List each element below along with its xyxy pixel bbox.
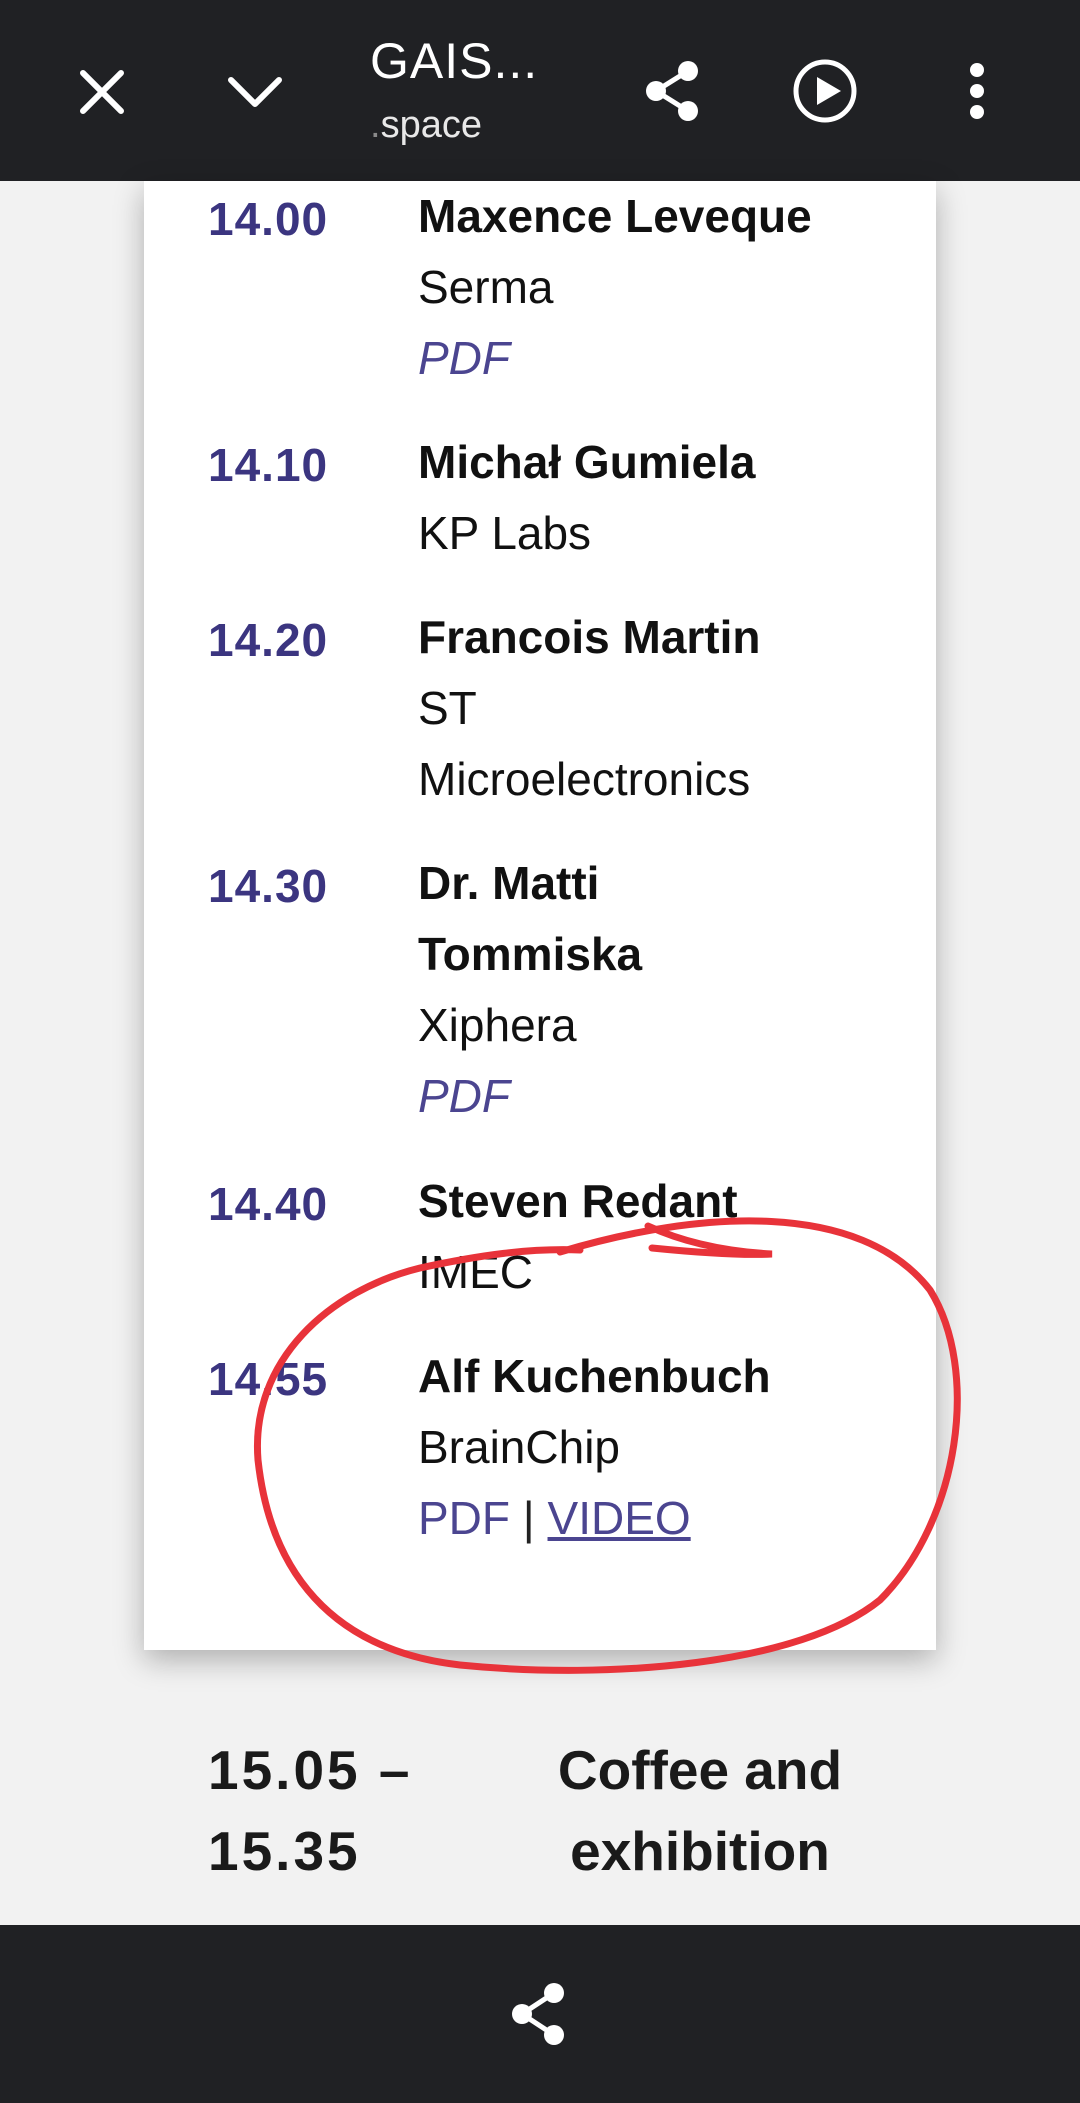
bottom-bar bbox=[0, 1925, 1080, 2103]
speaker-name: Tommiska bbox=[418, 928, 643, 980]
speaker-org: KP Labs bbox=[418, 507, 592, 559]
session-time: 14.10 bbox=[208, 439, 329, 491]
session-time: 14.30 bbox=[208, 860, 329, 912]
top-app-bar: GAIS... .space bbox=[0, 0, 1080, 181]
video-link[interactable]: VIDEO bbox=[548, 1492, 691, 1544]
share-icon[interactable] bbox=[640, 58, 704, 124]
pdf-link[interactable]: PDF bbox=[418, 1061, 888, 1132]
resource-links: PDF | VIDEO bbox=[418, 1483, 888, 1554]
more-vert-icon[interactable] bbox=[962, 60, 992, 122]
chevron-down-icon[interactable] bbox=[222, 62, 288, 122]
link-separator: | bbox=[522, 1492, 535, 1544]
speaker-org: IMEC bbox=[418, 1246, 533, 1298]
speaker-org: Microelectronics bbox=[418, 753, 751, 805]
session-time: 14.55 bbox=[208, 1353, 329, 1405]
close-icon[interactable] bbox=[72, 62, 132, 122]
speaker-name: Francois Martin bbox=[418, 611, 761, 663]
speaker-org: BrainChip bbox=[418, 1421, 620, 1473]
schedule-card: 14.00 Maxence Leveque Serma PDF 14.10 Mi… bbox=[144, 181, 936, 1650]
speaker-name: Maxence Leveque bbox=[418, 190, 812, 242]
session-time: 14.00 bbox=[208, 193, 329, 245]
share-icon[interactable] bbox=[506, 1980, 570, 2048]
speaker-name: Michał Gumiela bbox=[418, 436, 756, 488]
session-time: 14.40 bbox=[208, 1178, 329, 1230]
speaker-name: Alf Kuchenbuch bbox=[418, 1350, 771, 1402]
play-circle-icon[interactable] bbox=[792, 58, 858, 124]
break-time: 15.05 – 15.35 bbox=[208, 1739, 413, 1882]
page-title-block[interactable]: GAIS... .space bbox=[370, 32, 538, 147]
pdf-link[interactable]: PDF bbox=[418, 1492, 510, 1544]
speaker-org: Serma bbox=[418, 261, 554, 313]
page-url: .space bbox=[370, 104, 482, 146]
speaker-name: Steven Redant bbox=[418, 1175, 738, 1227]
pdf-link[interactable]: PDF bbox=[418, 323, 888, 394]
page-title: GAIS... bbox=[370, 33, 539, 89]
speaker-name: Dr. Matti bbox=[418, 857, 600, 909]
speaker-org: ST bbox=[418, 682, 477, 734]
break-label: Coffee and exhibition bbox=[557, 1739, 843, 1882]
speaker-org: Xiphera bbox=[418, 999, 577, 1051]
session-time: 14.20 bbox=[208, 614, 329, 666]
